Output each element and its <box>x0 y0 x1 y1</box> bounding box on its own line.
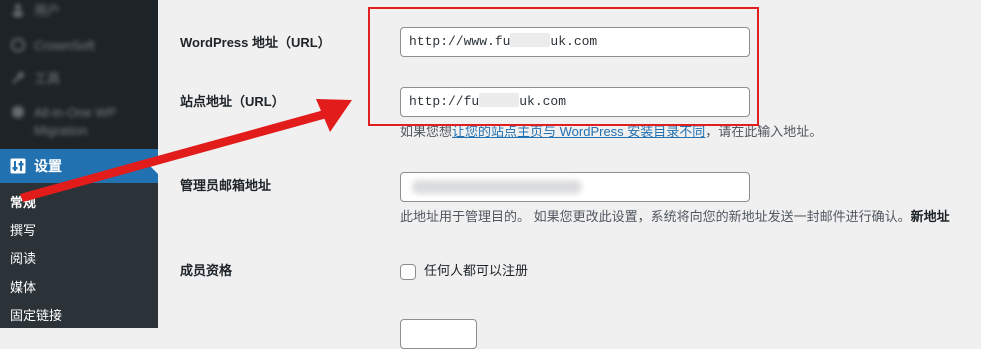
sidebar-item-users[interactable]: 用户 <box>0 2 158 20</box>
submenu-item-reading[interactable]: 阅读 <box>10 250 36 268</box>
sidebar-item-plugin[interactable]: CrownSoft <box>0 37 158 55</box>
sidebar-item-label: All-in-One WP Migration <box>34 105 117 138</box>
sidebar-item-label: 设置 <box>34 158 62 174</box>
settings-submenu: 常规 撰写 阅读 媒体 固定链接 <box>0 183 158 328</box>
redacted-email-value <box>412 180 582 194</box>
plugin-icon <box>10 37 26 53</box>
user-icon <box>10 2 26 18</box>
site-url-label: 站点地址（URL） <box>180 94 285 109</box>
admin-email-label: 管理员邮箱地址 <box>180 178 272 193</box>
anyone-can-register-checkbox[interactable] <box>400 264 416 280</box>
sidebar-item-label: 用户 <box>34 3 61 18</box>
migration-icon <box>10 104 26 120</box>
admin-email-desc-text: 此地址用于管理目的。 如果您更改此设置，系统将向您的新地址发送一封邮件进行确认。 <box>400 209 911 224</box>
settings-icon <box>10 158 26 174</box>
annotation-highlight-box <box>368 7 759 126</box>
wordpress-url-label: WordPress 地址（URL） <box>180 35 331 50</box>
current-menu-pointer <box>150 158 158 174</box>
sidebar-item-settings[interactable]: 设置 <box>0 149 158 183</box>
membership-label: 成员资格 <box>180 263 233 278</box>
next-row-select[interactable] <box>400 319 477 349</box>
sidebar-item-label: CrownSoft <box>34 38 95 53</box>
admin-email-description: 此地址用于管理目的。 如果您更改此设置，系统将向您的新地址发送一封邮件进行确认。… <box>400 208 950 226</box>
site-url-desc-pre: 如果您想 <box>400 124 453 139</box>
sidebar-item-migration[interactable]: All-in-One WP Migration <box>0 104 158 140</box>
submenu-item-media[interactable]: 媒体 <box>10 279 36 297</box>
submenu-item-permalinks[interactable]: 固定链接 <box>10 307 62 325</box>
submenu-item-writing[interactable]: 撰写 <box>10 222 36 240</box>
wrench-icon <box>10 70 26 86</box>
site-url-desc-post: ，请在此输入地址。 <box>705 124 823 139</box>
admin-email-desc-bold: 新地址 <box>910 209 950 224</box>
site-url-desc-link[interactable]: 让您的站点主页与 WordPress 安装目录不同 <box>452 124 705 139</box>
sidebar-item-tools[interactable]: 工具 <box>0 70 158 88</box>
sidebar-item-label: 工具 <box>34 71 61 86</box>
anyone-can-register-label: 任何人都可以注册 <box>424 263 529 278</box>
admin-sidebar: 用户 CrownSoft 工具 All-in-One WP Migration <box>0 0 158 328</box>
submenu-item-general[interactable]: 常规 <box>10 194 36 212</box>
